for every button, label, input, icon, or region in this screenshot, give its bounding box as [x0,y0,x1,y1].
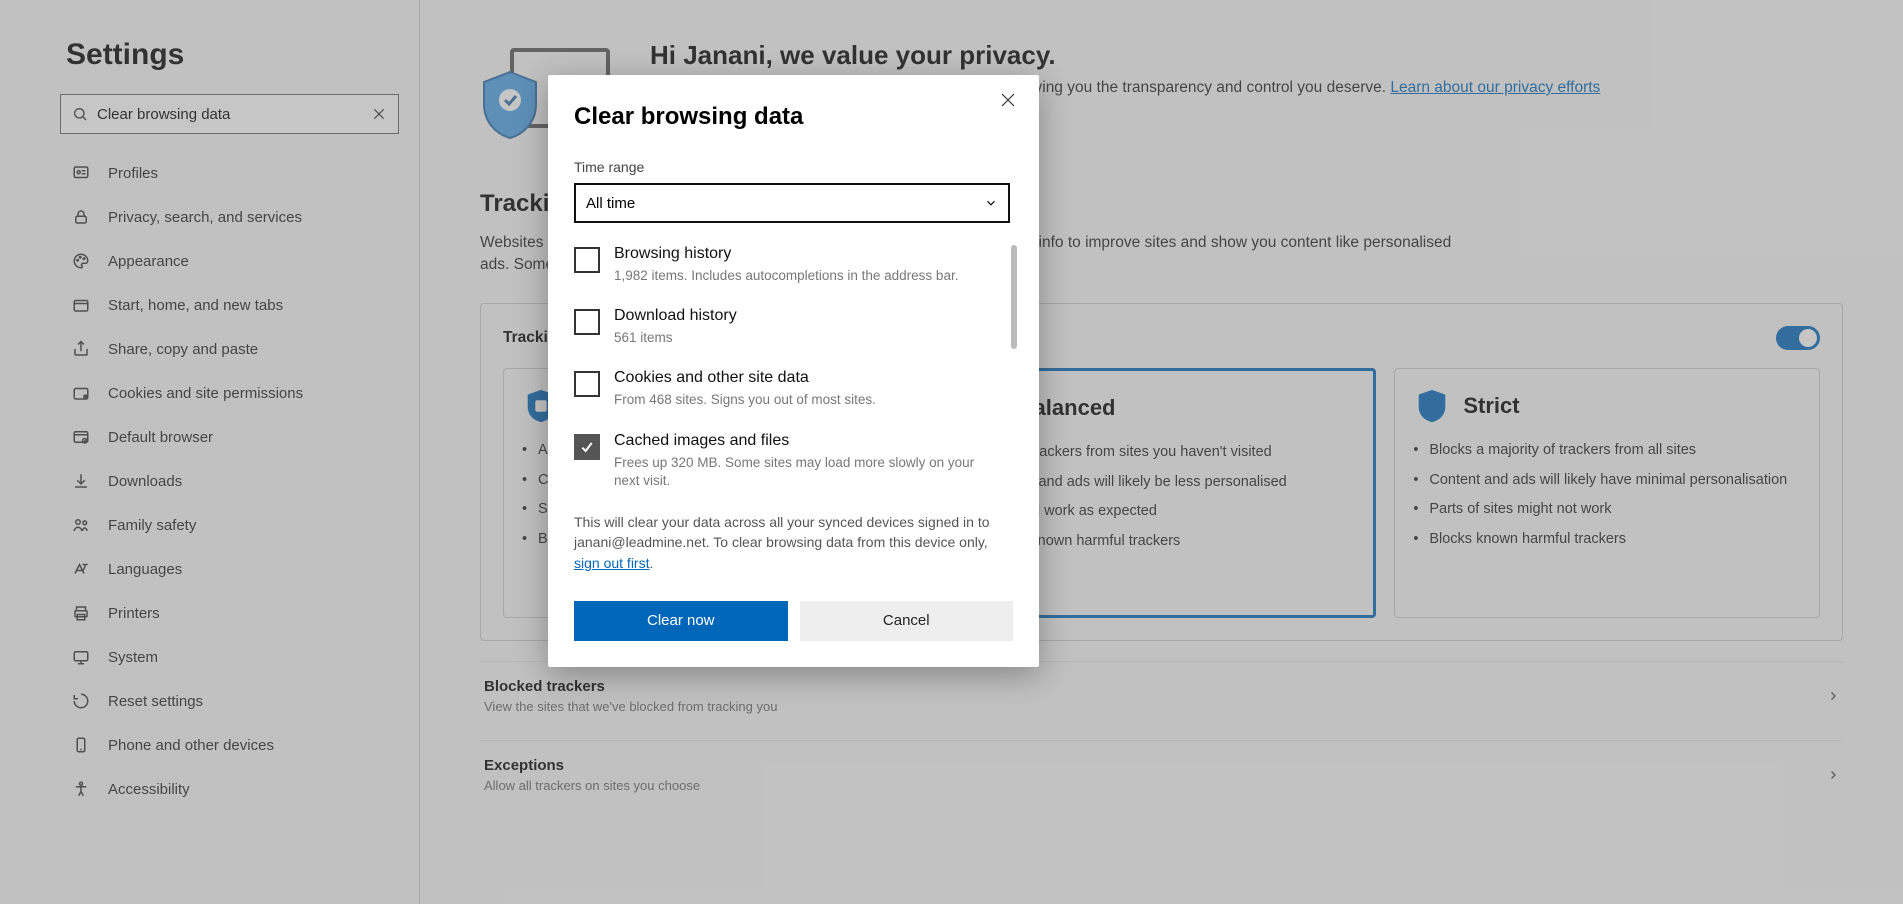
option-download-history[interactable]: Download history 561 items [574,307,999,347]
dialog-button-row: Clear now Cancel [574,601,1013,641]
option-subtitle: 1,982 items. Includes autocompletions in… [614,267,958,285]
option-browsing-history[interactable]: Browsing history 1,982 items. Includes a… [574,245,999,285]
option-subtitle: Frees up 320 MB. Some sites may load mor… [614,454,999,490]
checkbox[interactable] [574,309,600,335]
close-dialog-button[interactable] [999,91,1021,113]
time-range-label: Time range [574,159,1013,175]
option-subtitle: From 468 sites. Signs you out of most si… [614,391,876,409]
option-cached[interactable]: Cached images and files Frees up 320 MB.… [574,432,999,490]
time-range-select[interactable]: All time [574,183,1010,223]
cancel-button[interactable]: Cancel [800,601,1014,641]
option-title: Cookies and other site data [614,369,876,387]
dialog-title: Clear browsing data [574,103,1013,131]
option-title: Cached images and files [614,432,999,450]
option-title: Download history [614,307,737,325]
clear-now-button[interactable]: Clear now [574,601,788,641]
dialog-foot-note: This will clear your data across all you… [574,512,1013,573]
checkbox[interactable] [574,371,600,397]
checkbox[interactable] [574,247,600,273]
option-cookies[interactable]: Cookies and other site data From 468 sit… [574,369,999,409]
clear-options-list: Browsing history 1,982 items. Includes a… [574,245,1013,490]
options-scrollbar[interactable] [1011,245,1017,349]
option-subtitle: 561 items [614,329,737,347]
sign-out-link[interactable]: sign out first [574,555,649,571]
chevron-down-icon [984,196,998,210]
checkbox-checked[interactable] [574,434,600,460]
option-title: Browsing history [614,245,958,263]
time-range-value: All time [586,195,635,212]
clear-browsing-data-dialog: Clear browsing data Time range All time … [548,75,1039,667]
